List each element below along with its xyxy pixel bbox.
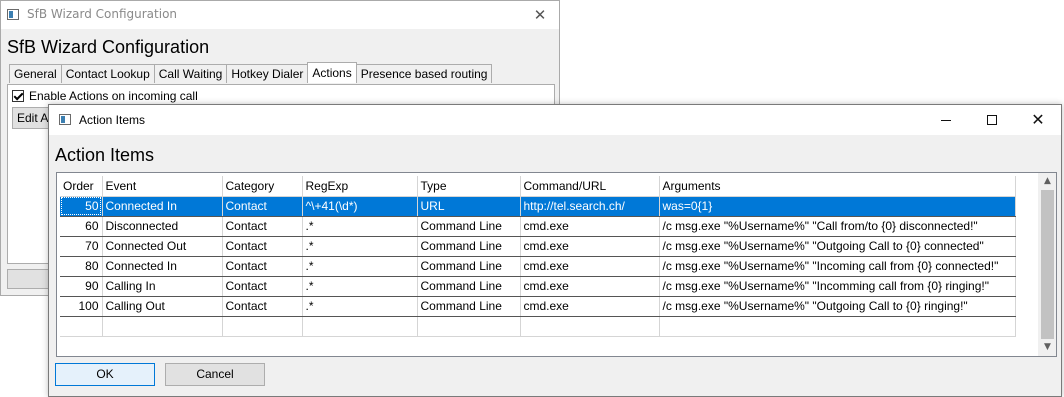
cell-order[interactable]: 80: [60, 256, 103, 277]
app-icon: [7, 9, 19, 20]
table-row[interactable]: 50 Connected In Contact ^\+41(\d*) URL h…: [60, 196, 1016, 217]
col-header-category[interactable]: Category: [222, 176, 303, 197]
tab-general[interactable]: General: [9, 64, 62, 83]
col-header-regexp[interactable]: RegExp: [302, 176, 418, 197]
cell-event[interactable]: Connected In: [102, 196, 223, 217]
cell-regexp[interactable]: .*: [302, 276, 418, 297]
cell-category[interactable]: [222, 316, 303, 337]
cell-command[interactable]: [520, 316, 660, 337]
cell-event[interactable]: Connected Out: [102, 236, 223, 257]
table-row[interactable]: 70 Connected Out Contact .* Command Line…: [60, 236, 1016, 257]
cell-command[interactable]: cmd.exe: [520, 256, 660, 277]
col-header-command[interactable]: Command/URL: [520, 176, 660, 197]
action-items-dialog: Action Items ✕ Action Items Order Event …: [48, 104, 1062, 397]
page-title: SfB Wizard Configuration: [7, 37, 210, 57]
cell-event[interactable]: Calling Out: [102, 296, 223, 317]
action-items-grid[interactable]: Order Event Category RegExp Type Command…: [56, 172, 1057, 357]
tab-call-waiting[interactable]: Call Waiting: [153, 64, 228, 83]
cell-order[interactable]: 60: [60, 216, 103, 237]
cell-regexp[interactable]: .*: [302, 256, 418, 277]
enable-actions-row[interactable]: Enable Actions on incoming call: [12, 89, 198, 103]
table-row[interactable]: 100 Calling Out Contact .* Command Line …: [60, 296, 1016, 317]
cell-category[interactable]: Contact: [222, 276, 303, 297]
tab-hotkey-dialer[interactable]: Hotkey Dialer: [226, 64, 309, 83]
enable-actions-label: Enable Actions on incoming call: [29, 89, 198, 103]
cell-order[interactable]: 50: [60, 196, 103, 217]
table-row[interactable]: 60 Disconnected Contact .* Command Line …: [60, 216, 1016, 237]
new-row-placeholder[interactable]: [60, 316, 1016, 337]
cell-regexp[interactable]: .*: [302, 216, 418, 237]
cell-category[interactable]: Contact: [222, 236, 303, 257]
dialog-title-bar: Action Items ✕: [49, 105, 1061, 135]
cell-type[interactable]: Command Line: [417, 216, 521, 237]
cell-category[interactable]: Contact: [222, 216, 303, 237]
cell-arguments[interactable]: /c msg.exe "%Username%" "Incomming call …: [659, 276, 1016, 297]
cell-type[interactable]: [417, 316, 521, 337]
table-row[interactable]: 80 Connected In Contact .* Command Line …: [60, 256, 1016, 277]
cell-command[interactable]: cmd.exe: [520, 276, 660, 297]
minimize-icon[interactable]: [923, 105, 969, 135]
cell-type[interactable]: Command Line: [417, 236, 521, 257]
cell-category[interactable]: Contact: [222, 296, 303, 317]
cell-type[interactable]: Command Line: [417, 296, 521, 317]
col-header-order[interactable]: Order: [60, 176, 103, 197]
cell-command[interactable]: cmd.exe: [520, 216, 660, 237]
col-header-event[interactable]: Event: [102, 176, 223, 197]
cell-event[interactable]: Disconnected: [102, 216, 223, 237]
tab-presence-routing[interactable]: Presence based routing: [355, 64, 493, 83]
cell-command[interactable]: http://tel.search.ch/: [520, 196, 660, 217]
vertical-scrollbar[interactable]: ▲ ▼: [1038, 173, 1056, 356]
app-icon: [59, 114, 71, 125]
enable-actions-checkbox[interactable]: [12, 90, 24, 102]
table-header-row: Order Event Category RegExp Type Command…: [60, 176, 1016, 197]
cell-order[interactable]: 100: [60, 296, 103, 317]
col-header-type[interactable]: Type: [417, 176, 521, 197]
table-row[interactable]: 90 Calling In Contact .* Command Line cm…: [60, 276, 1016, 297]
cell-arguments[interactable]: /c msg.exe "%Username%" "Outgoing Call t…: [659, 236, 1016, 257]
ok-button[interactable]: OK: [55, 363, 155, 386]
cell-type[interactable]: Command Line: [417, 276, 521, 297]
cell-type[interactable]: URL: [417, 196, 521, 217]
close-icon[interactable]: ✕: [1015, 105, 1061, 135]
action-items-table: Order Event Category RegExp Type Command…: [60, 176, 1016, 337]
cell-arguments[interactable]: [659, 316, 1016, 337]
cell-command[interactable]: cmd.exe: [520, 236, 660, 257]
cell-arguments[interactable]: /c msg.exe "%Username%" "Incoming call f…: [659, 256, 1016, 277]
cell-category[interactable]: Contact: [222, 256, 303, 277]
cell-order[interactable]: [60, 316, 103, 337]
cell-regexp[interactable]: [302, 316, 418, 337]
window-title: SfB Wizard Configuration: [27, 7, 178, 21]
cell-event[interactable]: Connected In: [102, 256, 223, 277]
cancel-button[interactable]: Cancel: [165, 363, 265, 386]
col-header-arguments[interactable]: Arguments: [659, 176, 1016, 197]
cell-event[interactable]: Calling In: [102, 276, 223, 297]
close-icon[interactable]: ✕: [529, 4, 551, 26]
scrollbar-thumb[interactable]: [1041, 190, 1054, 339]
cell-arguments[interactable]: was=0{1}: [659, 196, 1016, 217]
cell-regexp[interactable]: ^\+41(\d*): [302, 196, 418, 217]
dialog-title: Action Items: [79, 113, 146, 127]
tab-strip: General Contact Lookup Call Waiting Hotk…: [9, 62, 493, 84]
tab-actions[interactable]: Actions: [307, 62, 357, 83]
dialog-heading: Action Items: [55, 145, 155, 165]
scroll-down-icon[interactable]: ▼: [1039, 339, 1056, 356]
cell-regexp[interactable]: .*: [302, 296, 418, 317]
cell-command[interactable]: cmd.exe: [520, 296, 660, 317]
scroll-up-icon[interactable]: ▲: [1039, 173, 1056, 190]
cell-order[interactable]: 70: [60, 236, 103, 257]
cell-type[interactable]: Command Line: [417, 256, 521, 277]
cell-arguments[interactable]: /c msg.exe "%Username%" "Outgoing Call t…: [659, 296, 1016, 317]
cell-event[interactable]: [102, 316, 223, 337]
cell-order[interactable]: 90: [60, 276, 103, 297]
maximize-icon[interactable]: [969, 105, 1015, 135]
title-bar: SfB Wizard Configuration ✕: [1, 1, 559, 29]
cell-arguments[interactable]: /c msg.exe "%Username%" "Call from/to {0…: [659, 216, 1016, 237]
tab-contact-lookup[interactable]: Contact Lookup: [60, 64, 155, 83]
cell-regexp[interactable]: .*: [302, 236, 418, 257]
cell-category[interactable]: Contact: [222, 196, 303, 217]
